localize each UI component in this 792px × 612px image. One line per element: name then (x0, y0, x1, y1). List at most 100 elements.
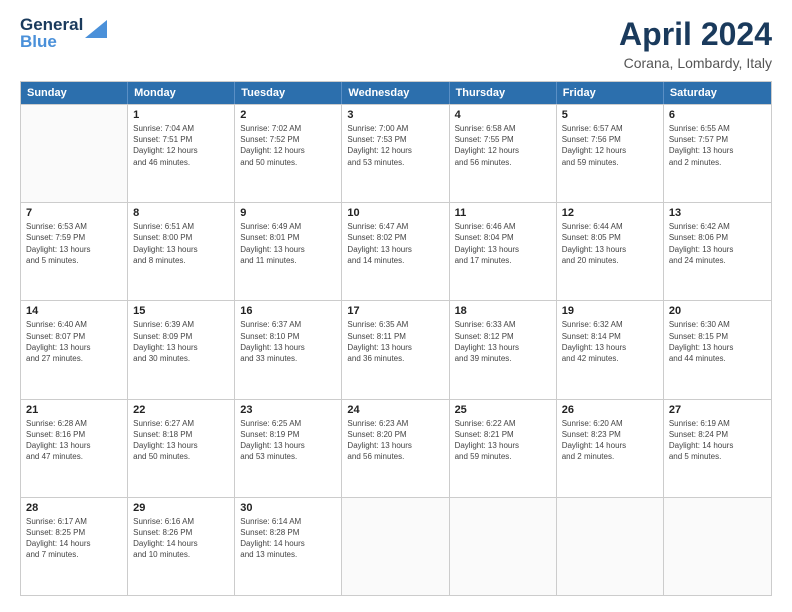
day-number: 3 (347, 109, 443, 121)
day-of-week-saturday: Saturday (664, 82, 771, 104)
location: Corana, Lombardy, Italy (619, 55, 772, 71)
day-detail: Sunrise: 6:23 AM Sunset: 8:20 PM Dayligh… (347, 418, 443, 463)
day-number: 21 (26, 404, 122, 416)
day-number: 12 (562, 207, 658, 219)
day-detail: Sunrise: 6:42 AM Sunset: 8:06 PM Dayligh… (669, 221, 766, 266)
day-cell-24: 24 Sunrise: 6:23 AM Sunset: 8:20 PM Dayli… (342, 400, 449, 497)
day-cell-15: 15 Sunrise: 6:39 AM Sunset: 8:09 PM Dayli… (128, 301, 235, 398)
day-number: 27 (669, 404, 766, 416)
logo-blue: Blue (20, 33, 83, 50)
day-cell-27: 27 Sunrise: 6:19 AM Sunset: 8:24 PM Dayli… (664, 400, 771, 497)
day-cell-20: 20Sunrise: 6:30 AM Sunset: 8:15 PM Dayli… (664, 301, 771, 398)
day-cell-12: 12Sunrise: 6:44 AM Sunset: 8:05 PM Dayli… (557, 203, 664, 300)
empty-cell (342, 498, 449, 595)
day-cell-26: 26Sunrise: 6:20 AM Sunset: 8:23 PM Dayli… (557, 400, 664, 497)
day-detail: Sunrise: 6:17 AM Sunset: 8:25 PM Dayligh… (26, 516, 122, 561)
day-cell-29: 29 Sunrise: 6:16 AM Sunset: 8:26 PM Dayli… (128, 498, 235, 595)
day-number: 4 (455, 109, 551, 121)
day-number: 7 (26, 207, 122, 219)
header: General Blue April 2024 Corana, Lombardy… (20, 16, 772, 71)
day-cell-16: 16 Sunrise: 6:37 AM Sunset: 8:10 PM Dayli… (235, 301, 342, 398)
day-cell-19: 19 Sunrise: 6:32 AM Sunset: 8:14 PM Dayli… (557, 301, 664, 398)
calendar-body: 1 Sunrise: 7:04 AM Sunset: 7:51 PM Daylig… (21, 104, 771, 595)
week-row-1: 1 Sunrise: 7:04 AM Sunset: 7:51 PM Daylig… (21, 104, 771, 202)
empty-cell (450, 498, 557, 595)
day-detail: Sunrise: 6:39 AM Sunset: 8:09 PM Dayligh… (133, 319, 229, 364)
week-row-4: 21 Sunrise: 6:28 AM Sunset: 8:16 PM Dayli… (21, 399, 771, 497)
day-cell-1: 1 Sunrise: 7:04 AM Sunset: 7:51 PM Daylig… (128, 105, 235, 202)
page: General Blue April 2024 Corana, Lombardy… (0, 0, 792, 612)
day-of-week-monday: Monday (128, 82, 235, 104)
day-detail: Sunrise: 6:58 AM Sunset: 7:55 PM Dayligh… (455, 123, 551, 168)
day-cell-23: 23 Sunrise: 6:25 AM Sunset: 8:19 PM Dayli… (235, 400, 342, 497)
day-detail: Sunrise: 6:49 AM Sunset: 8:01 PM Dayligh… (240, 221, 336, 266)
day-detail: Sunrise: 6:16 AM Sunset: 8:26 PM Dayligh… (133, 516, 229, 561)
day-detail: Sunrise: 6:20 AM Sunset: 8:23 PM Dayligh… (562, 418, 658, 463)
week-row-3: 14Sunrise: 6:40 AM Sunset: 8:07 PM Dayli… (21, 300, 771, 398)
day-number: 6 (669, 109, 766, 121)
day-number: 18 (455, 305, 551, 317)
day-number: 8 (133, 207, 229, 219)
day-number: 11 (455, 207, 551, 219)
week-row-2: 7Sunrise: 6:53 AM Sunset: 7:59 PM Daylig… (21, 202, 771, 300)
day-number: 17 (347, 305, 443, 317)
day-number: 16 (240, 305, 336, 317)
week-row-5: 28 Sunrise: 6:17 AM Sunset: 8:25 PM Dayli… (21, 497, 771, 595)
calendar-header: SundayMondayTuesdayWednesdayThursdayFrid… (21, 82, 771, 104)
day-number: 9 (240, 207, 336, 219)
day-cell-7: 7Sunrise: 6:53 AM Sunset: 7:59 PM Daylig… (21, 203, 128, 300)
logo-general: General (20, 16, 83, 33)
day-cell-2: 2 Sunrise: 7:02 AM Sunset: 7:52 PM Daylig… (235, 105, 342, 202)
day-detail: Sunrise: 6:33 AM Sunset: 8:12 PM Dayligh… (455, 319, 551, 364)
calendar: SundayMondayTuesdayWednesdayThursdayFrid… (20, 81, 772, 596)
day-cell-6: 6 Sunrise: 6:55 AM Sunset: 7:57 PM Daylig… (664, 105, 771, 202)
day-cell-13: 13Sunrise: 6:42 AM Sunset: 8:06 PM Dayli… (664, 203, 771, 300)
day-detail: Sunrise: 6:51 AM Sunset: 8:00 PM Dayligh… (133, 221, 229, 266)
day-cell-17: 17 Sunrise: 6:35 AM Sunset: 8:11 PM Dayli… (342, 301, 449, 398)
day-number: 15 (133, 305, 229, 317)
day-detail: Sunrise: 6:32 AM Sunset: 8:14 PM Dayligh… (562, 319, 658, 364)
day-of-week-sunday: Sunday (21, 82, 128, 104)
day-cell-4: 4 Sunrise: 6:58 AM Sunset: 7:55 PM Daylig… (450, 105, 557, 202)
day-cell-25: 25 Sunrise: 6:22 AM Sunset: 8:21 PM Dayli… (450, 400, 557, 497)
day-detail: Sunrise: 6:14 AM Sunset: 8:28 PM Dayligh… (240, 516, 336, 561)
day-detail: Sunrise: 6:37 AM Sunset: 8:10 PM Dayligh… (240, 319, 336, 364)
logo-icon (85, 20, 107, 38)
day-detail: Sunrise: 6:35 AM Sunset: 8:11 PM Dayligh… (347, 319, 443, 364)
day-number: 22 (133, 404, 229, 416)
day-number: 19 (562, 305, 658, 317)
day-detail: Sunrise: 7:02 AM Sunset: 7:52 PM Dayligh… (240, 123, 336, 168)
day-of-week-wednesday: Wednesday (342, 82, 449, 104)
day-detail: Sunrise: 7:04 AM Sunset: 7:51 PM Dayligh… (133, 123, 229, 168)
day-detail: Sunrise: 6:25 AM Sunset: 8:19 PM Dayligh… (240, 418, 336, 463)
day-detail: Sunrise: 6:57 AM Sunset: 7:56 PM Dayligh… (562, 123, 658, 168)
day-detail: Sunrise: 6:19 AM Sunset: 8:24 PM Dayligh… (669, 418, 766, 463)
day-detail: Sunrise: 6:55 AM Sunset: 7:57 PM Dayligh… (669, 123, 766, 168)
day-number: 28 (26, 502, 122, 514)
day-number: 29 (133, 502, 229, 514)
day-detail: Sunrise: 6:27 AM Sunset: 8:18 PM Dayligh… (133, 418, 229, 463)
day-cell-30: 30 Sunrise: 6:14 AM Sunset: 8:28 PM Dayli… (235, 498, 342, 595)
day-number: 1 (133, 109, 229, 121)
logo: General Blue (20, 16, 107, 50)
day-number: 14 (26, 305, 122, 317)
day-detail: Sunrise: 6:28 AM Sunset: 8:16 PM Dayligh… (26, 418, 122, 463)
month-title: April 2024 (619, 16, 772, 53)
day-number: 24 (347, 404, 443, 416)
day-cell-28: 28 Sunrise: 6:17 AM Sunset: 8:25 PM Dayli… (21, 498, 128, 595)
day-number: 2 (240, 109, 336, 121)
day-number: 23 (240, 404, 336, 416)
day-number: 25 (455, 404, 551, 416)
day-cell-3: 3Sunrise: 7:00 AM Sunset: 7:53 PM Daylig… (342, 105, 449, 202)
empty-cell (21, 105, 128, 202)
day-number: 10 (347, 207, 443, 219)
day-detail: Sunrise: 6:22 AM Sunset: 8:21 PM Dayligh… (455, 418, 551, 463)
day-detail: Sunrise: 6:47 AM Sunset: 8:02 PM Dayligh… (347, 221, 443, 266)
day-cell-22: 22 Sunrise: 6:27 AM Sunset: 8:18 PM Dayli… (128, 400, 235, 497)
day-detail: Sunrise: 6:30 AM Sunset: 8:15 PM Dayligh… (669, 319, 766, 364)
day-cell-18: 18 Sunrise: 6:33 AM Sunset: 8:12 PM Dayli… (450, 301, 557, 398)
day-cell-9: 9 Sunrise: 6:49 AM Sunset: 8:01 PM Daylig… (235, 203, 342, 300)
day-number: 5 (562, 109, 658, 121)
day-number: 30 (240, 502, 336, 514)
empty-cell (664, 498, 771, 595)
